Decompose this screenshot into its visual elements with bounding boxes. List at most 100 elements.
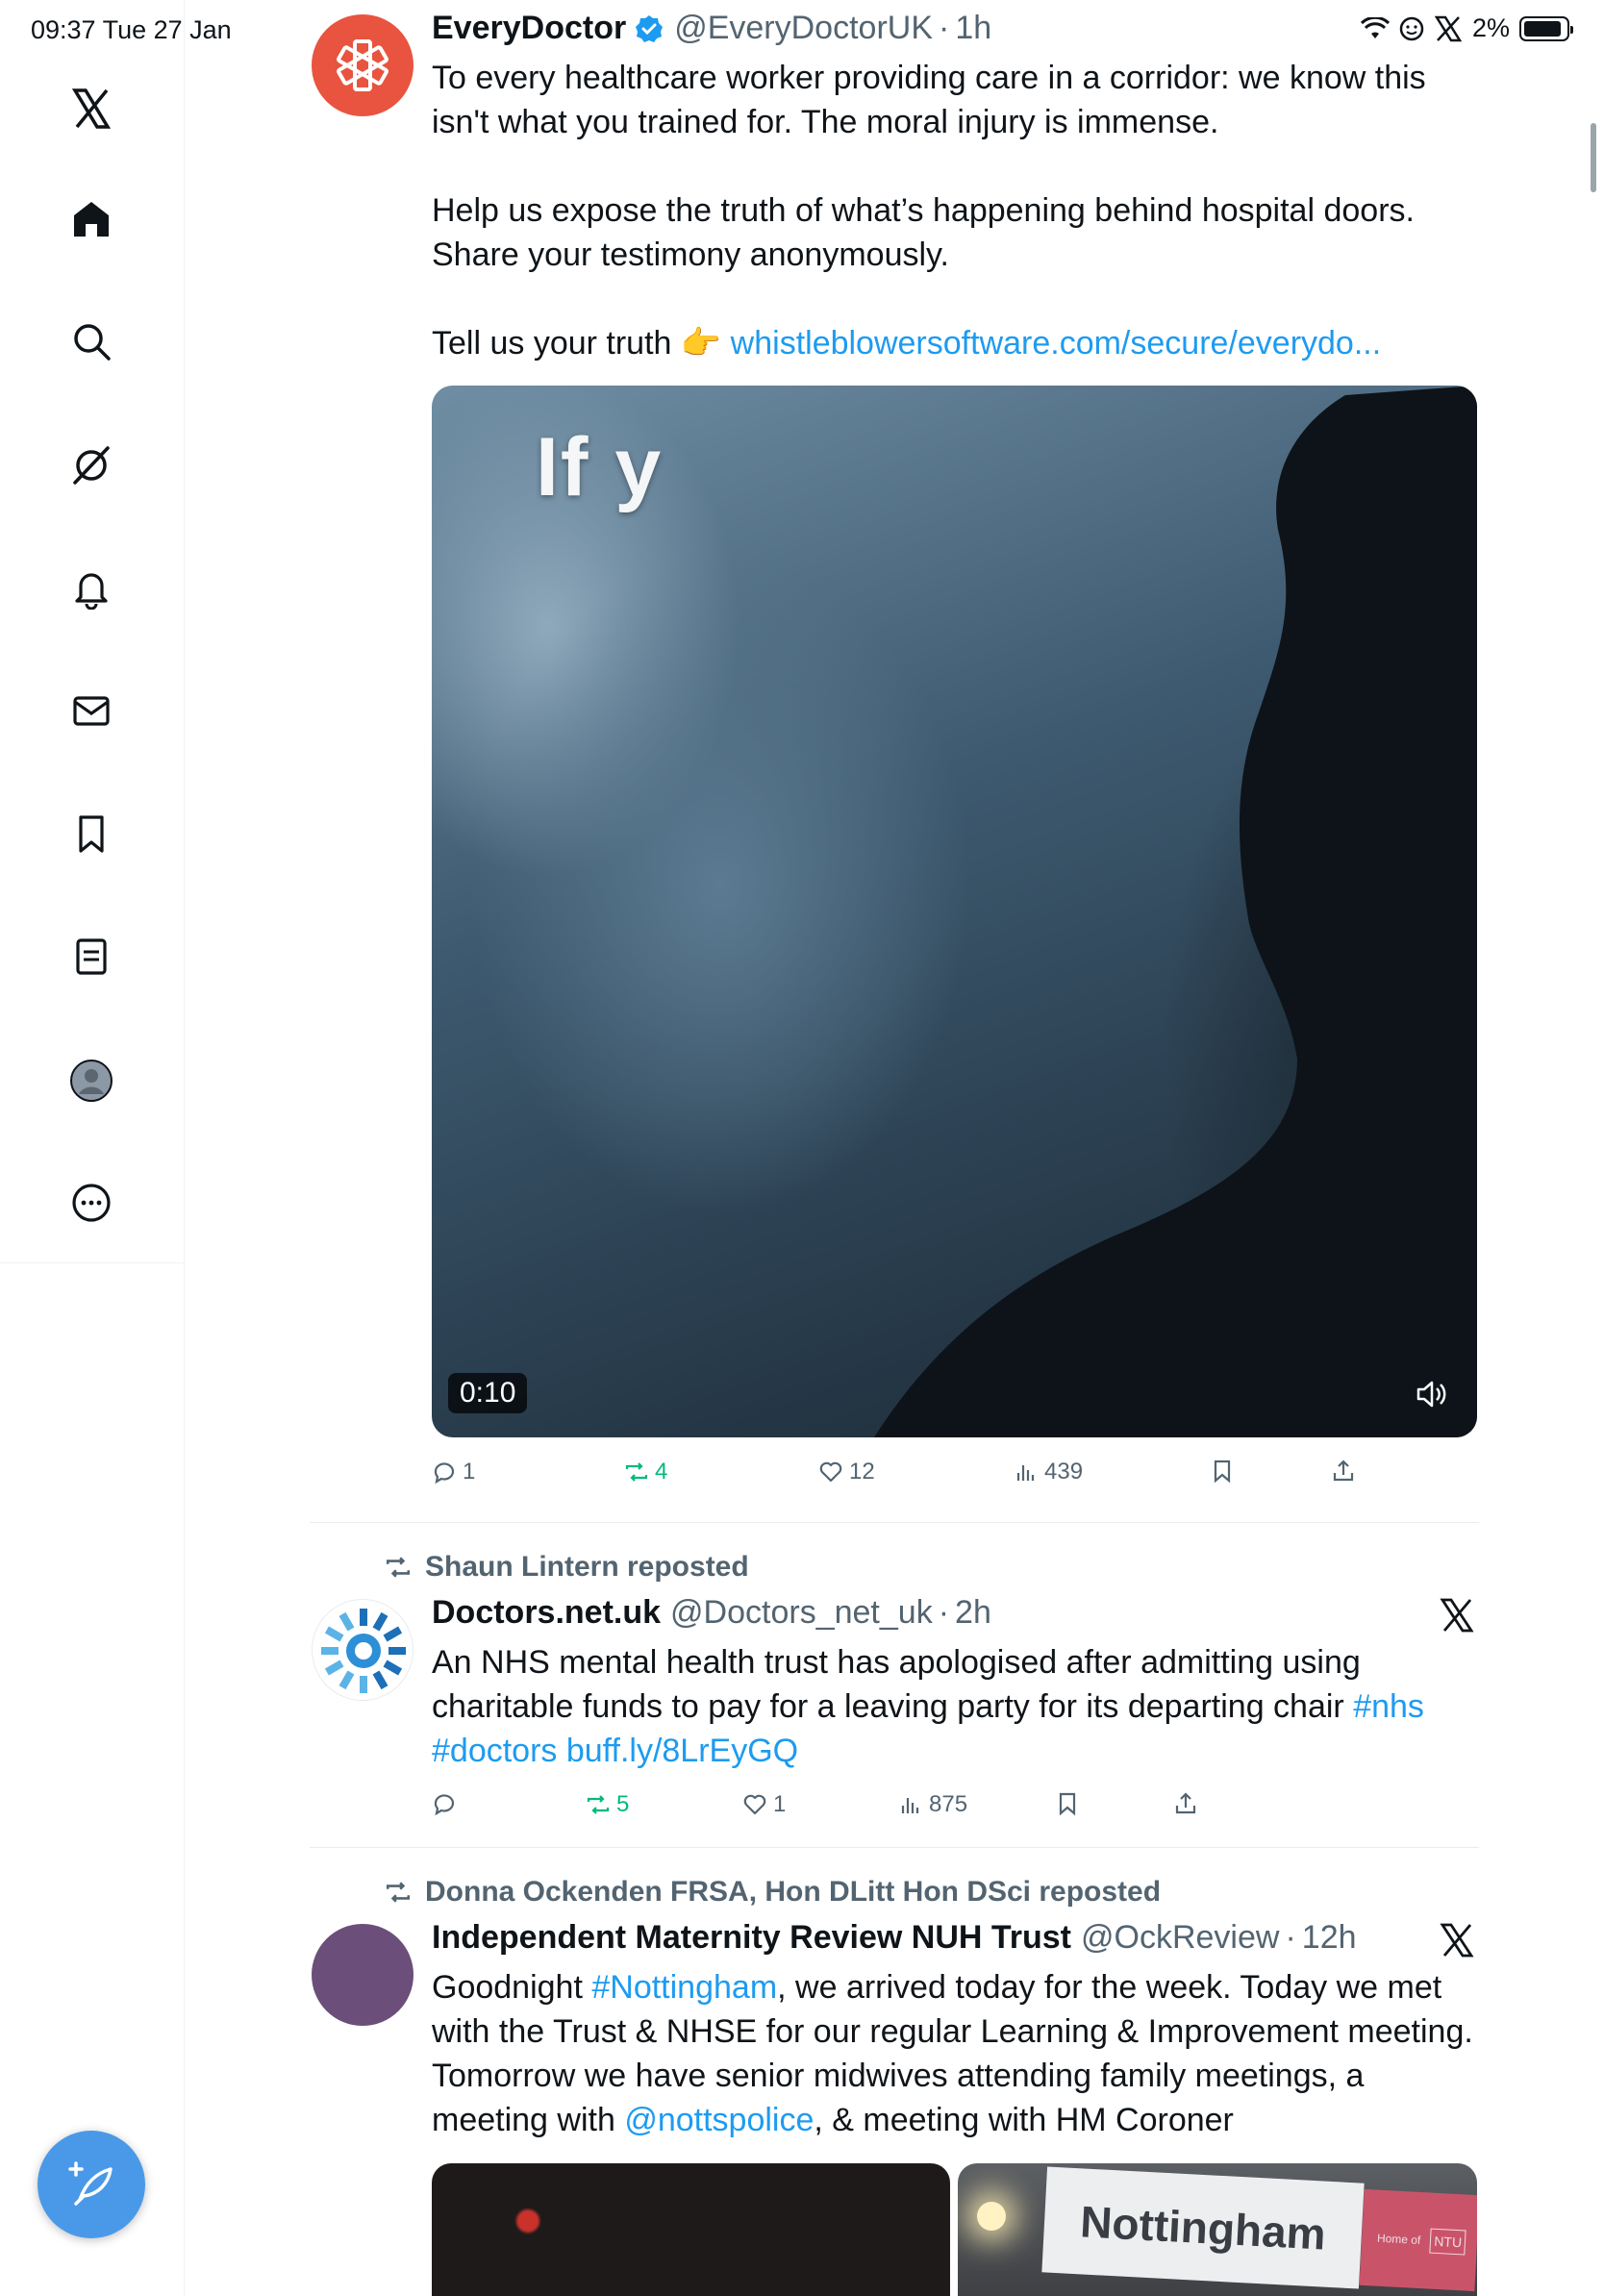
views-count: 439: [1044, 1459, 1084, 1485]
feather-plus-icon: [68, 2161, 113, 2206]
repost-count: 5: [616, 1791, 630, 1817]
separator-dot: ·: [938, 1594, 950, 1631]
author-name[interactable]: EveryDoctor: [432, 10, 626, 47]
sidebar-item-grok[interactable]: [63, 437, 119, 493]
video-player[interactable]: If y 0:10: [432, 386, 1477, 1437]
repost-icon: [587, 1795, 610, 1814]
post-text-lead: Tell us your truth 👉: [432, 325, 722, 362]
post-text-body: An NHS mental health trust has apologise…: [432, 1644, 1361, 1725]
post-text-part: , & meeting with HM Coroner: [814, 2102, 1234, 2138]
views-button[interactable]: 875: [898, 1791, 967, 1818]
post-header: Doctors.net.uk @Doctors_net_uk · 2h: [432, 1594, 991, 1632]
reposted-by[interactable]: Shaun Lintern reposted: [383, 1551, 749, 1584]
views-button[interactable]: 439: [1014, 1459, 1083, 1485]
like-count: 1: [773, 1791, 787, 1817]
face-icon: [1399, 16, 1424, 40]
post-time[interactable]: 2h: [955, 1594, 991, 1632]
avatar-ockreview[interactable]: [312, 1924, 414, 2026]
author-handle[interactable]: @Doctors_net_uk: [670, 1594, 933, 1632]
reply-button[interactable]: [432, 1791, 463, 1816]
hashtag-link[interactable]: #nhs: [1353, 1688, 1424, 1725]
status-indicators: 2%: [1360, 13, 1573, 43]
station-sign-text: Nottingham: [1079, 2196, 1327, 2259]
compose-post-button[interactable]: [38, 2131, 145, 2238]
post-image-night[interactable]: [432, 2163, 950, 2296]
hashtag-link[interactable]: #Nottingham: [591, 1969, 777, 2006]
reposted-by-label: Shaun Lintern reposted: [425, 1551, 749, 1583]
reply-button[interactable]: 1: [432, 1459, 475, 1485]
x-logo-icon: [1434, 15, 1463, 41]
like-button[interactable]: 12: [818, 1459, 875, 1485]
station-sign: Nottingham: [1041, 2166, 1365, 2289]
sidebar-item-home[interactable]: [63, 191, 119, 247]
avatar-everydoctor[interactable]: [312, 14, 414, 116]
post-text-part: Goodnight: [432, 1969, 592, 2006]
post-text-paragraph: Tell us your truth 👉 whistleblowersoftwa…: [432, 321, 1480, 365]
reply-icon: [434, 1794, 455, 1816]
post-link[interactable]: whistleblowersoftware.com/secure/everydo…: [731, 325, 1382, 362]
share-icon: [1175, 1792, 1196, 1814]
sidebar-item-search[interactable]: [63, 313, 119, 369]
ntu-logo: NTU: [1429, 2228, 1466, 2256]
share-button[interactable]: [1173, 1791, 1198, 1816]
sidebar: [0, 0, 185, 2296]
scrollbar-thumb[interactable]: [1591, 123, 1596, 192]
search-icon: [74, 324, 111, 361]
sidebar-item-notifications[interactable]: [63, 560, 119, 615]
bookmark-icon: [1059, 1792, 1076, 1816]
post-header: Independent Maternity Review NUH Trust @…: [432, 1919, 1357, 1957]
repost-button[interactable]: 4: [624, 1459, 667, 1485]
x-logo-button[interactable]: [63, 81, 119, 137]
avatar-icon: [70, 1060, 113, 1102]
post-link[interactable]: buff.ly/8LrEyGQ: [566, 1733, 798, 1769]
repost-icon: [386, 1882, 411, 1903]
wifi-icon: [1360, 16, 1390, 38]
post-divider: [310, 1522, 1479, 1523]
post-image-station[interactable]: Nottingham Home of NTU: [958, 2163, 1477, 2296]
person-silhouette: [874, 386, 1477, 1437]
list-icon: [76, 938, 107, 975]
separator-dot: ·: [1285, 1919, 1296, 1956]
x-logo-icon: [1440, 1923, 1474, 1958]
sidebar-item-messages[interactable]: [63, 683, 119, 738]
author-name[interactable]: Independent Maternity Review NUH Trust: [432, 1919, 1071, 1957]
mention-link[interactable]: @nottspolice: [624, 2102, 814, 2138]
sidebar-item-bookmarks[interactable]: [63, 806, 119, 861]
battery-percent: 2%: [1471, 13, 1510, 42]
post-time[interactable]: 1h: [955, 10, 991, 47]
bookmark-button[interactable]: [1055, 1791, 1080, 1816]
video-caption: If y: [536, 421, 664, 513]
bookmark-button[interactable]: [1210, 1459, 1235, 1484]
views-count: 875: [929, 1791, 968, 1817]
doctors-net-logo-icon: [321, 1609, 406, 1693]
share-button[interactable]: [1331, 1459, 1356, 1484]
sidebar-item-lists[interactable]: [63, 929, 119, 985]
hashtag-link[interactable]: #doctors: [432, 1733, 557, 1769]
sidebar-divider: [0, 1262, 185, 1263]
sidebar-item-profile[interactable]: [63, 1053, 119, 1109]
grok-icon: [73, 446, 110, 485]
repost-icon: [625, 1462, 648, 1482]
reposted-by-label: Donna Ockenden FRSA, Hon DLitt Hon DSci …: [425, 1876, 1162, 1908]
ntu-sign-small: Home of: [1376, 2231, 1421, 2248]
author-handle[interactable]: @EveryDoctorUK: [674, 10, 933, 47]
x-logo-icon: [71, 88, 112, 129]
post-time[interactable]: 12h: [1302, 1919, 1357, 1957]
repost-count: 4: [655, 1459, 668, 1485]
author-name[interactable]: Doctors.net.uk: [432, 1594, 661, 1632]
reposted-by[interactable]: Donna Ockenden FRSA, Hon DLitt Hon DSci …: [383, 1876, 1161, 1909]
like-button[interactable]: 1: [742, 1791, 786, 1818]
verified-badge-icon: [636, 14, 664, 42]
post-divider: [310, 1847, 1479, 1848]
volume-icon[interactable]: [1413, 1376, 1449, 1412]
post-text: Goodnight #Nottingham, we arrived today …: [432, 1965, 1480, 2142]
author-handle[interactable]: @OckReview: [1081, 1919, 1279, 1957]
street-lamp: [977, 2202, 1006, 2231]
repost-button[interactable]: 5: [586, 1791, 629, 1818]
avatar-doctorsnetuk[interactable]: [312, 1599, 414, 1701]
sidebar-item-more[interactable]: [63, 1175, 119, 1231]
post-text: An NHS mental health trust has apologise…: [432, 1640, 1480, 1773]
home-icon: [74, 202, 109, 237]
video-duration: 0:10: [448, 1373, 528, 1413]
share-icon: [1333, 1460, 1354, 1482]
